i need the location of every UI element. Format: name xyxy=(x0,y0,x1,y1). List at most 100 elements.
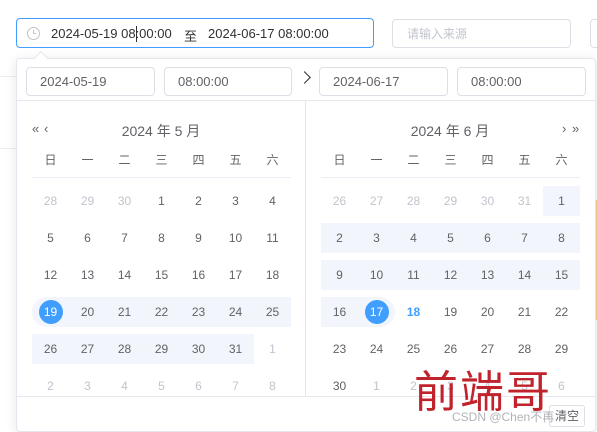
next-year-button[interactable]: » xyxy=(572,121,579,136)
day-cell[interactable]: 20 xyxy=(69,297,106,327)
weekday-underline xyxy=(32,177,291,178)
clear-button[interactable]: 清空 xyxy=(549,405,585,427)
day-cell[interactable]: 18 xyxy=(254,260,291,290)
day-cell[interactable]: 15 xyxy=(543,260,580,290)
end-date-field[interactable]: 2024-06-17 xyxy=(319,67,448,96)
day-cell[interactable]: 29 xyxy=(143,334,180,364)
day-cell[interactable]: 9 xyxy=(180,223,217,253)
partial-input[interactable] xyxy=(590,19,597,48)
end-time-field[interactable]: 08:00:00 xyxy=(457,67,586,96)
day-cell[interactable]: 3 xyxy=(358,223,395,253)
day-cell[interactable]: 30 xyxy=(180,334,217,364)
calendar-title-left: 2024 年 5 月 xyxy=(121,123,201,139)
day-cell[interactable]: 2 xyxy=(180,186,217,216)
day-cell[interactable]: 19 xyxy=(432,297,469,327)
day-cell[interactable]: 12 xyxy=(432,260,469,290)
source-input[interactable] xyxy=(393,20,570,47)
day-cell[interactable]: 14 xyxy=(506,260,543,290)
day-cell[interactable]: 8 xyxy=(543,223,580,253)
day-cell[interactable]: 29 xyxy=(69,186,106,216)
day-cell[interactable]: 22 xyxy=(143,297,180,327)
day-cell[interactable]: 24 xyxy=(217,297,254,327)
day-cell[interactable]: 23 xyxy=(321,334,358,364)
weekday-label: 三 xyxy=(155,153,168,167)
text-cursor xyxy=(136,26,137,42)
day-cell[interactable]: 3 xyxy=(217,186,254,216)
weekday-label: 日 xyxy=(44,153,57,167)
day-cell[interactable]: 30 xyxy=(106,186,143,216)
day-cell[interactable]: 24 xyxy=(358,334,395,364)
day-cell[interactable]: 28 xyxy=(106,334,143,364)
weekday-header: 日一二三四五六 xyxy=(321,151,580,175)
next-month-button[interactable]: › xyxy=(562,121,566,136)
day-cell[interactable]: 13 xyxy=(469,260,506,290)
day-cell[interactable]: 19 xyxy=(32,297,69,327)
day-cell[interactable]: 27 xyxy=(69,334,106,364)
date-range-input[interactable]: 2024-05-19 08:00:00 至 2024-06-17 08:00:0… xyxy=(16,18,374,48)
day-cell[interactable]: 4 xyxy=(395,223,432,253)
day-cell[interactable]: 14 xyxy=(106,260,143,290)
day-cell[interactable]: 29 xyxy=(432,186,469,216)
day-cell[interactable]: 27 xyxy=(358,186,395,216)
day-cell[interactable]: 7 xyxy=(506,223,543,253)
day-cell[interactable]: 26 xyxy=(321,186,358,216)
weekday-header: 日一二三四五六 xyxy=(32,151,291,175)
start-time-field[interactable]: 08:00:00 xyxy=(164,67,292,96)
selected-day: 17 xyxy=(364,300,389,324)
range-separator: 至 xyxy=(184,29,198,44)
day-cell[interactable]: 10 xyxy=(217,223,254,253)
day-cell[interactable]: 11 xyxy=(254,223,291,253)
day-cell[interactable]: 15 xyxy=(143,260,180,290)
day-cell[interactable]: 4 xyxy=(254,186,291,216)
day-cell[interactable]: 1 xyxy=(143,186,180,216)
weekday-label: 六 xyxy=(266,153,279,167)
weekday-label: 四 xyxy=(192,153,205,167)
range-end-value[interactable]: 2024-06-17 08:00:00 xyxy=(208,26,329,41)
day-cell[interactable]: 1 xyxy=(543,186,580,216)
day-cell[interactable]: 17 xyxy=(358,297,395,327)
calendar-may: « ‹ 2024 年 5 月 日一二三四五六 28 29 30 1 2 3 4 5 6 7 8 9 10… xyxy=(17,101,305,396)
day-cell[interactable]: 23 xyxy=(180,297,217,327)
chevron-right-icon xyxy=(298,71,311,84)
weekday-label: 六 xyxy=(555,153,568,167)
day-cell[interactable]: 6 xyxy=(469,223,506,253)
day-cell[interactable]: 31 xyxy=(217,334,254,364)
day-cell[interactable]: 9 xyxy=(321,260,358,290)
day-cell[interactable]: 5 xyxy=(432,223,469,253)
day-cell[interactable]: 22 xyxy=(543,297,580,327)
day-cell[interactable]: 18 xyxy=(395,297,432,327)
start-date-field[interactable]: 2024-05-19 xyxy=(26,67,155,96)
day-cell[interactable]: 25 xyxy=(254,297,291,327)
day-cell[interactable]: 21 xyxy=(506,297,543,327)
day-cell[interactable]: 26 xyxy=(32,334,69,364)
day-cell[interactable]: 28 xyxy=(32,186,69,216)
day-cell[interactable]: 28 xyxy=(395,186,432,216)
day-cell[interactable]: 10 xyxy=(358,260,395,290)
weekday-label: 日 xyxy=(333,153,346,167)
day-cell[interactable]: 16 xyxy=(180,260,217,290)
day-cell[interactable]: 30 xyxy=(469,186,506,216)
weekday-label: 二 xyxy=(118,153,131,167)
date-range-picker-screen: 2024-05-19 08:00:00 至 2024-06-17 08:00:0… xyxy=(0,0,597,432)
day-cell[interactable]: 20 xyxy=(469,297,506,327)
day-cell[interactable]: 21 xyxy=(106,297,143,327)
watermark-credit: CSDN @Chen不再 xyxy=(452,410,555,424)
day-cell[interactable]: 11 xyxy=(395,260,432,290)
day-cell[interactable]: 5 xyxy=(32,223,69,253)
day-cell[interactable]: 1 xyxy=(254,334,291,364)
day-cell[interactable]: 13 xyxy=(69,260,106,290)
source-input-wrapper[interactable] xyxy=(392,19,571,48)
day-cell[interactable]: 17 xyxy=(217,260,254,290)
range-start-value[interactable]: 2024-05-19 08:00:00 xyxy=(51,26,172,41)
day-cell[interactable]: 7 xyxy=(106,223,143,253)
weekday-label: 一 xyxy=(81,153,94,167)
day-cell[interactable]: 12 xyxy=(32,260,69,290)
day-cell[interactable]: 31 xyxy=(506,186,543,216)
day-cell[interactable]: 16 xyxy=(321,297,358,327)
weekday-label: 二 xyxy=(407,153,420,167)
day-cell[interactable]: 2 xyxy=(321,223,358,253)
time-header: 2024-05-19 08:00:00 2024-06-17 08:00:00 xyxy=(17,59,595,101)
calendar-title-right: 2024 年 6 月 xyxy=(410,123,490,139)
day-cell[interactable]: 8 xyxy=(143,223,180,253)
day-cell[interactable]: 6 xyxy=(69,223,106,253)
